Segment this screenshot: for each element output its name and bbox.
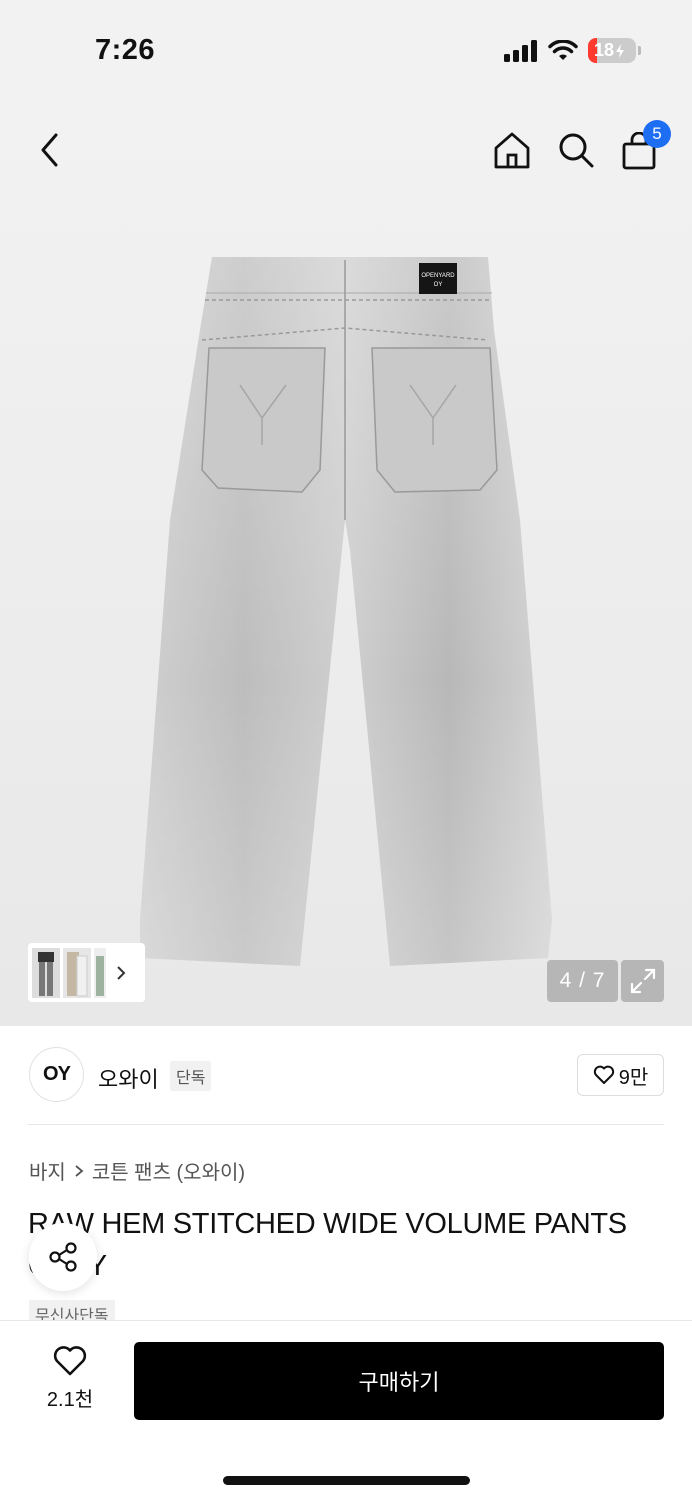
product-title: RAW HEM STITCHED WIDE VOLUME PANTS GRAY bbox=[28, 1208, 627, 1282]
brand-exclusive-tag: 단독 bbox=[170, 1061, 212, 1091]
breadcrumb-category[interactable]: 바지 bbox=[29, 1156, 66, 1185]
brand-logo[interactable]: OY bbox=[29, 1047, 84, 1102]
search-button[interactable] bbox=[556, 130, 596, 170]
back-icon bbox=[41, 133, 58, 167]
home-indicator[interactable] bbox=[223, 1476, 470, 1485]
bottom-bar: 2.1천 구매하기 bbox=[0, 1320, 692, 1500]
nav-bar: 5 bbox=[0, 100, 692, 200]
divider bbox=[28, 1124, 664, 1125]
expand-icon bbox=[630, 968, 655, 994]
thumbnail-product-image bbox=[63, 947, 91, 998]
heart-icon bbox=[593, 1065, 614, 1084]
chevron-right-icon bbox=[75, 1164, 84, 1177]
chevron-right-icon bbox=[117, 965, 126, 980]
home-button[interactable] bbox=[492, 130, 532, 170]
brand-like-count: 9만 bbox=[618, 1066, 649, 1089]
search-icon bbox=[559, 133, 594, 168]
breadcrumb: 바지 코튼 팬츠 (오와이) bbox=[29, 1156, 245, 1185]
home-icon bbox=[494, 132, 530, 169]
brand-row: OY 오와이 단독 9만 bbox=[0, 1026, 692, 1126]
buy-button[interactable]: 구매하기 bbox=[134, 1342, 664, 1420]
pants-image: OPENYARD OY bbox=[140, 257, 552, 966]
share-button[interactable] bbox=[29, 1223, 97, 1291]
cart-count-badge: 5 bbox=[643, 120, 671, 148]
back-button[interactable] bbox=[34, 130, 66, 170]
thumbnail-model-image bbox=[32, 947, 60, 998]
product-image[interactable]: OPENYARD OY bbox=[0, 100, 692, 1026]
heart-icon bbox=[53, 1346, 87, 1376]
status-icons: 18 bbox=[504, 38, 641, 63]
breadcrumb-subcategory[interactable]: 코튼 팬츠 (오와이) bbox=[92, 1156, 245, 1185]
svg-text:OPENYARD: OPENYARD bbox=[421, 273, 455, 279]
brand-name[interactable]: 오와이 bbox=[98, 1062, 159, 1094]
svg-text:OY: OY bbox=[434, 282, 443, 288]
wishlist-count: 2.1천 bbox=[46, 1389, 94, 1411]
thumbnail-extra-image bbox=[94, 947, 106, 998]
wishlist-button[interactable]: 2.1천 bbox=[30, 1345, 110, 1412]
share-icon bbox=[49, 1242, 77, 1272]
battery-icon: 18 bbox=[588, 38, 641, 63]
wifi-icon bbox=[548, 39, 578, 60]
status-time: 7:26 bbox=[95, 34, 156, 66]
expand-button[interactable] bbox=[621, 960, 664, 1002]
cart-button[interactable]: 5 bbox=[621, 120, 671, 170]
signal-icon bbox=[504, 39, 537, 62]
thumbnail-strip[interactable] bbox=[28, 943, 145, 1002]
battery-level: 18 bbox=[594, 40, 615, 60]
image-counter: 4 / 7 bbox=[547, 960, 618, 1002]
status-bar: 7:26 18 bbox=[0, 0, 692, 100]
brand-like-button[interactable]: 9만 bbox=[577, 1054, 664, 1096]
